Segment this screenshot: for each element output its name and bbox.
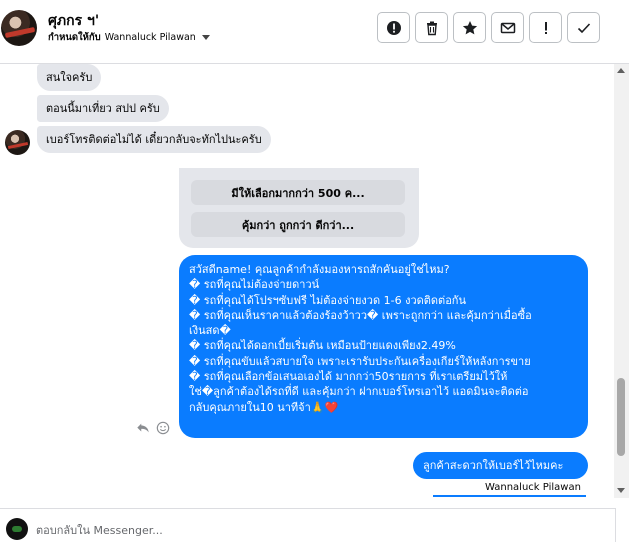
incoming-message: สนใจครับ <box>37 64 102 91</box>
message-line: เงินสด� <box>189 324 231 338</box>
outgoing-message: สวัสดีname! คุณลูกค้ากำลังมองหารถสักคันอ… <box>179 255 588 438</box>
message-line: � รถที่คุณได้ดอกเบี้ยเริ่มต้น เหมือนป้าย… <box>189 339 456 353</box>
scroll-down-arrow-icon[interactable] <box>617 488 625 493</box>
scrollbar-thumb[interactable] <box>617 378 625 456</box>
message-line: � รถที่คุณได้โปรฯซับฟรี ไม่ต้องจ่ายงวด 1… <box>189 293 466 307</box>
contact-name[interactable]: ศุภกร ฯ' <box>48 10 99 32</box>
message-composer <box>0 508 616 542</box>
sender-name: Wannaluck Pilawan <box>485 482 581 493</box>
contact-avatar-small[interactable] <box>5 130 30 155</box>
message-line: � รถที่คุณไม่ต้องจ่ายดาวน์ <box>189 278 320 292</box>
delete-button[interactable] <box>415 12 448 43</box>
incoming-message: ตอนนี้มาเที่ยว สปป ครับ <box>37 95 169 122</box>
message-line: � รถที่คุณขับแล้วสบายใจ เพราะเรารับประกั… <box>189 354 531 368</box>
scroll-up-arrow-icon[interactable] <box>617 68 625 73</box>
message-line: กลับคุณภายใน10 นาทีจ้า🙏❤️ <box>189 400 339 414</box>
envelope-icon <box>500 22 515 33</box>
reply-icon[interactable] <box>136 421 150 435</box>
page-avatar <box>6 518 28 540</box>
exclamation-icon <box>544 21 547 34</box>
message-text: ลูกค้าสะดวกให้เบอร์ไว้ไหมคะ <box>423 459 564 472</box>
mark-unread-button[interactable] <box>491 12 524 43</box>
trash-icon <box>426 21 437 35</box>
incoming-message: เบอร์โทรติดต่อไม่ได้ เดี๋ยวกลับจะทักไปนะ… <box>37 126 271 153</box>
flag-button[interactable] <box>377 12 410 43</box>
message-line: สวัสดีname! คุณลูกค้ากำลังมองหารถสักคันอ… <box>189 263 450 276</box>
sender-underline <box>433 495 586 497</box>
reply-input[interactable] <box>36 521 596 539</box>
quick-reply-button[interactable]: มีให้เลือกมากกว่า 500 ค... <box>191 180 405 205</box>
done-button[interactable] <box>567 12 600 43</box>
message-line: � รถที่คุณเห็นราคาแล้วต้องร้องว้าวว� เพร… <box>189 308 532 322</box>
exclamation-circle-icon <box>386 20 401 35</box>
star-icon <box>462 20 477 34</box>
emoji-icon[interactable] <box>156 421 170 435</box>
conversation-header: ศุภกร ฯ' กำหนดให้กับ Wannaluck Pilawan <box>0 0 629 64</box>
spam-button[interactable] <box>529 12 562 43</box>
composer-divider <box>615 508 616 542</box>
quick-reply-button[interactable]: คุ้มกว่า ถูกกว่า ดีกว่า... <box>191 212 405 237</box>
message-line: � รถที่คุณเลือกข้อเสนอเองได้ มากกว่า50รา… <box>189 370 508 384</box>
contact-avatar[interactable] <box>1 10 37 46</box>
assigned-label: กำหนดให้กับ <box>48 32 101 43</box>
assignee-selector[interactable]: กำหนดให้กับ Wannaluck Pilawan <box>48 30 210 45</box>
quick-reply-card: มีให้เลือกมากกว่า 500 ค... คุ้มกว่า ถูกก… <box>179 168 419 248</box>
caret-down-icon <box>201 35 210 40</box>
assignee-name: Wannaluck Pilawan <box>104 32 196 43</box>
checkmark-icon <box>577 22 590 33</box>
message-actions <box>136 421 170 435</box>
star-button[interactable] <box>453 12 486 43</box>
message-line: ใช่�ลูกค้าต้องได้รถที่ดี และคุ้มกว่า ฝาก… <box>189 385 529 399</box>
outgoing-message: ลูกค้าสะดวกให้เบอร์ไว้ไหมคะ <box>413 452 588 479</box>
